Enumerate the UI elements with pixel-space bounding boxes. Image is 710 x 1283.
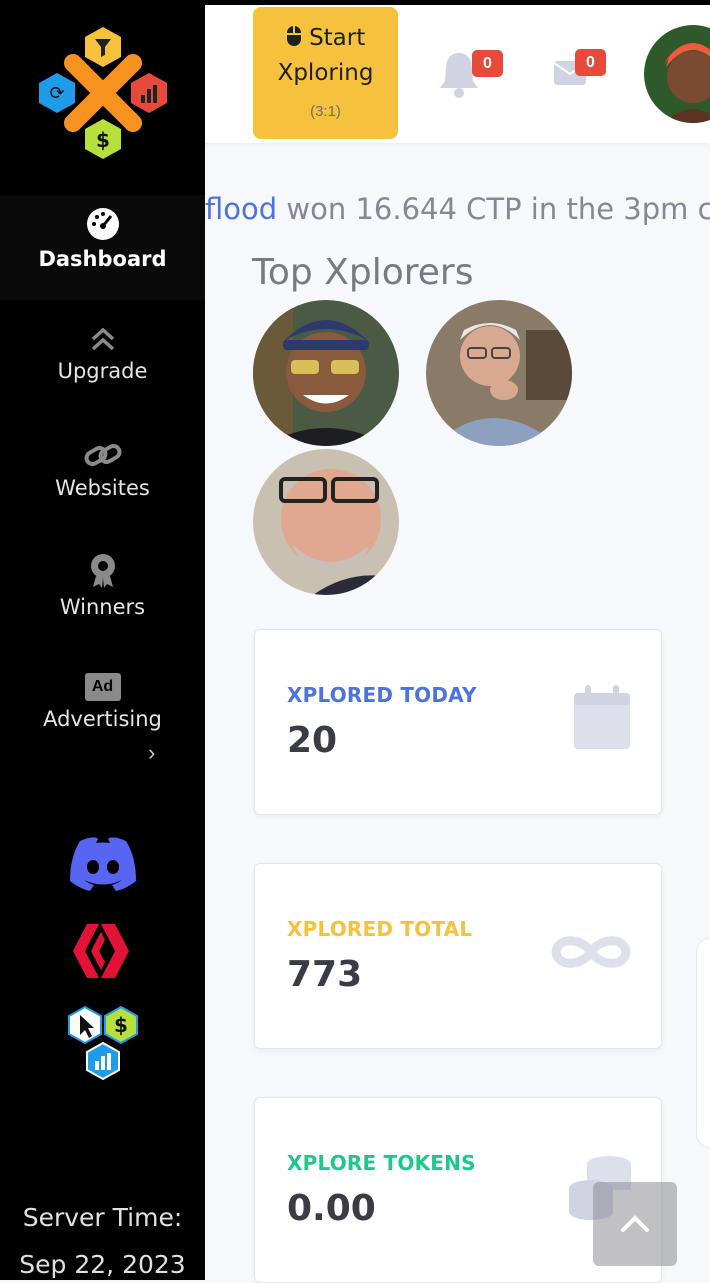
winner-ticker: flood won 16.644 CTP in the 3pm c xyxy=(205,192,710,236)
card-xplored-today: XPLORED TODAY 20 xyxy=(254,629,662,815)
sidebar-item-label: Advertising xyxy=(43,707,162,731)
xplorer-photo-3 xyxy=(253,449,399,595)
hive-link[interactable] xyxy=(0,922,205,985)
xplorer-photo-2 xyxy=(426,300,572,446)
sidebar-item-label: Upgrade xyxy=(57,359,148,383)
link-icon xyxy=(84,444,121,466)
start-ratio: (3:1) xyxy=(310,103,341,120)
start-line-2: Xploring xyxy=(277,60,374,86)
offscreen-card-edge xyxy=(696,938,710,1148)
top-xplorer-avatar-1[interactable] xyxy=(253,300,399,446)
sidebar-item-winners[interactable]: Winners xyxy=(0,553,205,619)
sidebar-item-advertising[interactable]: Ad Advertising xyxy=(0,673,205,731)
sidebar-item-upgrade[interactable]: Upgrade xyxy=(0,325,205,383)
calendar-icon xyxy=(574,685,630,749)
sidebar-item-label: Winners xyxy=(59,595,146,619)
infinity-icon xyxy=(551,936,631,968)
card-value: 0.00 xyxy=(287,1188,376,1229)
server-time-label: Server Time: xyxy=(22,1203,183,1232)
scroll-to-top-button[interactable] xyxy=(593,1182,677,1266)
svg-text:⟳: ⟳ xyxy=(49,83,64,104)
award-icon xyxy=(90,554,115,588)
sidebar: ⟳ $ Dashboard Upgrade Websites Winners A… xyxy=(0,0,205,1280)
discord-icon xyxy=(69,837,136,891)
top-xplorer-avatar-3[interactable] xyxy=(253,449,399,595)
chevron-up-icon xyxy=(621,1215,649,1232)
start-line-1: Start xyxy=(253,25,398,51)
sidebar-item-label: Dashboard xyxy=(38,247,167,271)
card-label: XPLORE TOKENS xyxy=(287,1151,476,1175)
top-xplorers-title: Top Xplorers xyxy=(252,252,474,293)
svg-text:$: $ xyxy=(114,1013,128,1037)
double-chevron-up-icon xyxy=(91,327,114,351)
card-value: 773 xyxy=(287,954,363,995)
sidebar-item-websites[interactable]: Websites xyxy=(0,440,205,500)
messages-badge: 0 xyxy=(575,49,606,76)
speedometer-icon xyxy=(86,208,119,240)
ad-icon-text: Ad xyxy=(91,678,114,695)
sidebar-item-dashboard[interactable]: Dashboard xyxy=(0,195,205,300)
notifications-button[interactable]: 0 xyxy=(438,50,503,103)
xplorer-photo-1 xyxy=(253,300,399,446)
hex-app-icon: $ xyxy=(67,1005,138,1081)
messages-button[interactable]: 0 xyxy=(553,49,606,92)
mouse-icon xyxy=(286,26,301,46)
top-xplorer-avatar-2[interactable] xyxy=(426,300,572,446)
brand-logo[interactable]: ⟳ $ xyxy=(35,25,171,161)
start-xploring-button[interactable]: Start Xploring (3:1) xyxy=(253,7,398,139)
user-avatar[interactable] xyxy=(644,25,710,123)
ticker-text: won 16.644 CTP in the 3pm c xyxy=(277,192,710,226)
server-date: Sep 22, 2023 xyxy=(19,1250,186,1279)
card-xplored-total: XPLORED TOTAL 773 xyxy=(254,863,662,1049)
svg-text:$: $ xyxy=(96,128,110,152)
topbar: Start Xploring (3:1) 0 0 xyxy=(205,5,710,143)
sidebar-item-label: Websites xyxy=(55,476,150,500)
hive-icon xyxy=(72,924,129,978)
ad-icon: Ad xyxy=(84,673,121,701)
card-value: 20 xyxy=(287,720,338,761)
user-avatar-image xyxy=(644,25,710,123)
notifications-badge: 0 xyxy=(472,50,503,77)
card-label: XPLORED TOTAL xyxy=(287,917,473,941)
chevron-right-icon[interactable]: › xyxy=(148,740,155,766)
app-link[interactable]: $ xyxy=(0,1005,205,1090)
ticker-user-link[interactable]: flood xyxy=(205,192,277,226)
start-label: Start xyxy=(309,25,366,51)
discord-link[interactable] xyxy=(0,835,205,898)
card-label: XPLORED TODAY xyxy=(287,683,477,707)
